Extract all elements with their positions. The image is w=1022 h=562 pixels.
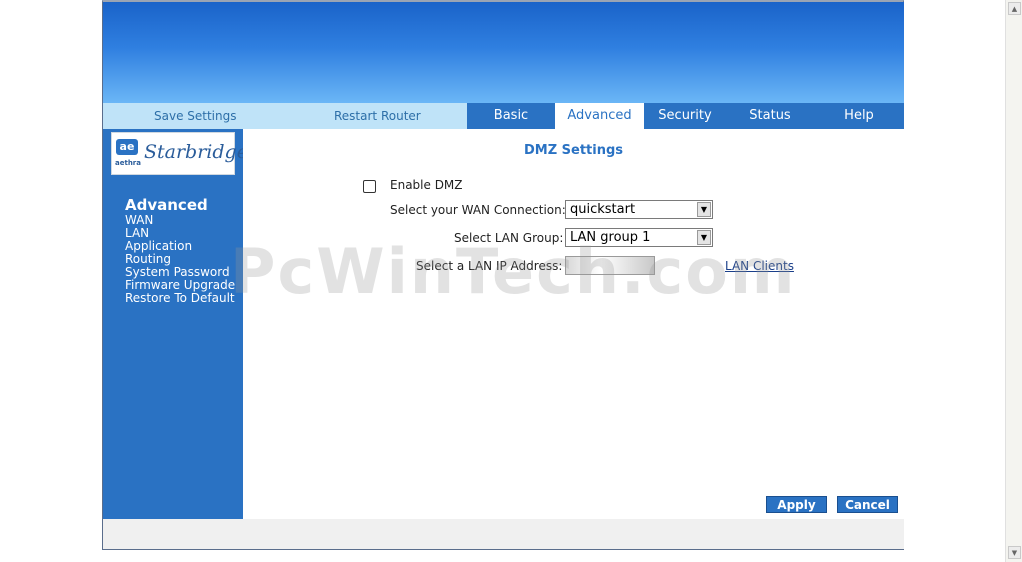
enable-dmz-checkbox[interactable]	[363, 180, 376, 193]
save-settings-link[interactable]: Save Settings	[154, 109, 237, 123]
apply-button[interactable]: Apply	[766, 496, 827, 513]
aethra-logo-icon: ae	[116, 139, 138, 155]
vertical-scrollbar[interactable]: ▲ ▼	[1005, 0, 1022, 562]
tab-advanced[interactable]: Advanced	[555, 103, 644, 129]
page-footer	[103, 519, 904, 549]
chevron-down-icon: ▼	[697, 230, 711, 245]
lan-clients-link[interactable]: LAN Clients	[725, 259, 794, 273]
page-title: DMZ Settings	[523, 143, 624, 158]
logo-brand-name: Starbridge	[144, 141, 248, 163]
logo-subtext: aethra	[115, 159, 141, 167]
tab-security[interactable]: Security	[644, 103, 726, 129]
scroll-up-icon[interactable]: ▲	[1008, 2, 1021, 15]
restart-router-link[interactable]: Restart Router	[334, 109, 421, 123]
main-content: DMZ Settings Enable DMZ Select your WAN …	[243, 129, 904, 519]
lan-group-label: Select LAN Group:	[454, 231, 564, 245]
sidebar-item-restore-to-default[interactable]: Restore To Default	[125, 292, 235, 305]
lan-group-value: LAN group 1	[570, 230, 651, 245]
sidebar-title: Advanced	[125, 196, 208, 214]
tab-status[interactable]: Status	[726, 103, 814, 129]
wan-connection-select[interactable]: quickstart ▼	[565, 200, 713, 219]
chevron-down-icon: ▼	[697, 202, 711, 217]
wan-connection-value: quickstart	[570, 202, 636, 217]
sidebar: ae aethra Starbridge Advanced WAN LAN Ap…	[103, 129, 248, 519]
wan-connection-label: Select your WAN Connection:	[390, 203, 566, 217]
brand-logo: ae aethra Starbridge	[111, 132, 248, 175]
tab-basic[interactable]: Basic	[467, 103, 555, 129]
lan-group-select[interactable]: LAN group 1 ▼	[565, 228, 713, 247]
cancel-button[interactable]: Cancel	[837, 496, 898, 513]
tab-help[interactable]: Help	[814, 103, 904, 129]
enable-dmz-label: Enable DMZ	[390, 178, 463, 192]
lan-ip-label: Select a LAN IP Address:	[416, 259, 563, 273]
top-navigation: Save Settings Restart Router Basic Advan…	[103, 103, 904, 129]
scroll-down-icon[interactable]: ▼	[1008, 546, 1021, 559]
header-banner	[103, 2, 904, 103]
lan-ip-select[interactable]	[565, 256, 655, 275]
